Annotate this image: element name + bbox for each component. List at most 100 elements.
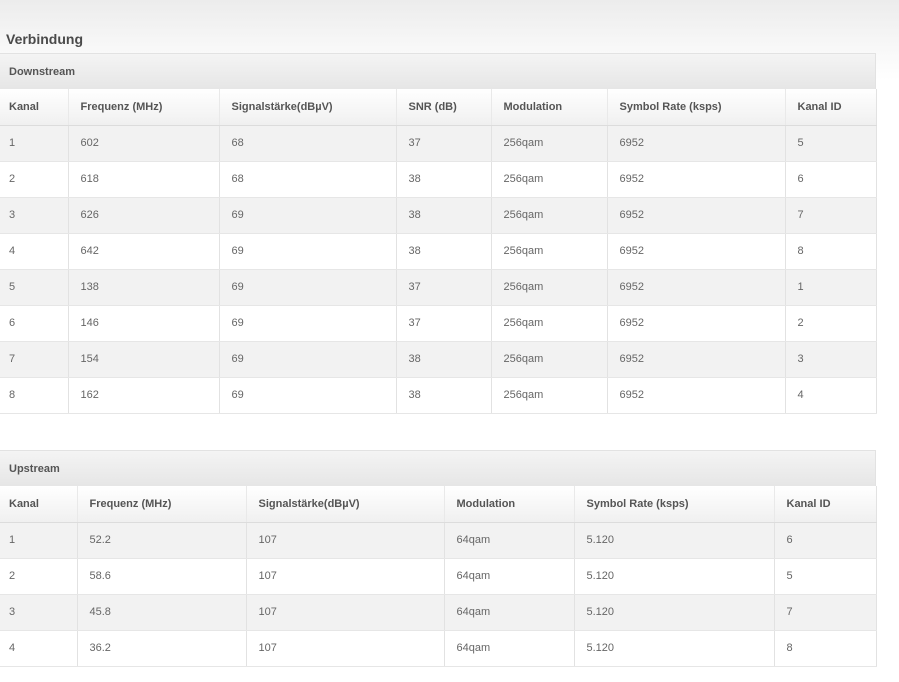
table-row: 1 52.2 107 64qam 5.120 6 xyxy=(0,522,877,559)
cell-kanal: 3 xyxy=(0,594,77,631)
cell-modulation: 256qam xyxy=(490,377,607,414)
downstream-table: Kanal Frequenz (MHz) Signalstärke(dBµV) … xyxy=(0,89,877,414)
column-header-symbol-rate: Symbol Rate (ksps) xyxy=(573,486,774,523)
cell-snr: 37 xyxy=(395,305,491,342)
table-row: 4 642 69 38 256qam 6952 8 xyxy=(0,233,877,270)
cell-signalstaerke: 107 xyxy=(245,594,444,631)
cell-symbol-rate: 6952 xyxy=(606,341,785,378)
cell-frequenz: 45.8 xyxy=(76,594,246,631)
cell-kanal-id: 6 xyxy=(773,522,877,559)
downstream-section: Downstream Kanal Frequenz (MHz) Signalst… xyxy=(0,53,877,414)
cell-signalstaerke: 107 xyxy=(245,522,444,559)
cell-kanal: 8 xyxy=(0,377,68,414)
cell-kanal: 5 xyxy=(0,269,68,306)
upstream-title: Upstream xyxy=(0,450,876,486)
cell-frequenz: 626 xyxy=(67,197,219,234)
cell-symbol-rate: 5.120 xyxy=(573,630,774,667)
downstream-title: Downstream xyxy=(0,53,876,89)
table-row: 5 138 69 37 256qam 6952 1 xyxy=(0,269,877,306)
column-header-kanal-id: Kanal ID xyxy=(773,486,877,523)
cell-kanal: 4 xyxy=(0,233,68,270)
cell-frequenz: 162 xyxy=(67,377,219,414)
cell-symbol-rate: 6952 xyxy=(606,197,785,234)
upstream-table: Kanal Frequenz (MHz) Signalstärke(dBµV) … xyxy=(0,486,877,667)
cell-modulation: 256qam xyxy=(490,269,607,306)
cell-frequenz: 154 xyxy=(67,341,219,378)
cell-frequenz: 138 xyxy=(67,269,219,306)
cell-modulation: 64qam xyxy=(443,594,574,631)
column-header-kanal: Kanal xyxy=(0,486,77,523)
cell-signalstaerke: 107 xyxy=(245,630,444,667)
cell-snr: 38 xyxy=(395,377,491,414)
column-header-frequenz: Frequenz (MHz) xyxy=(76,486,246,523)
page-title: Verbindung xyxy=(6,31,83,47)
column-header-symbol-rate: Symbol Rate (ksps) xyxy=(606,89,785,126)
column-header-snr: SNR (dB) xyxy=(395,89,491,126)
cell-symbol-rate: 6952 xyxy=(606,305,785,342)
cell-kanal-id: 7 xyxy=(784,197,877,234)
cell-signalstaerke: 68 xyxy=(218,161,396,198)
cell-modulation: 256qam xyxy=(490,197,607,234)
cell-kanal-id: 5 xyxy=(784,125,877,162)
cell-kanal: 1 xyxy=(0,522,77,559)
cell-symbol-rate: 5.120 xyxy=(573,594,774,631)
cell-kanal: 7 xyxy=(0,341,68,378)
upstream-section: Upstream Kanal Frequenz (MHz) Signalstär… xyxy=(0,450,877,667)
cell-snr: 38 xyxy=(395,197,491,234)
cell-kanal-id: 8 xyxy=(773,630,877,667)
column-header-signalstaerke: Signalstärke(dBµV) xyxy=(245,486,444,523)
cell-frequenz: 146 xyxy=(67,305,219,342)
cell-modulation: 64qam xyxy=(443,630,574,667)
cell-snr: 38 xyxy=(395,341,491,378)
cell-symbol-rate: 6952 xyxy=(606,125,785,162)
cell-frequenz: 58.6 xyxy=(76,558,246,595)
downstream-header-row: Kanal Frequenz (MHz) Signalstärke(dBµV) … xyxy=(0,89,877,126)
cell-modulation: 256qam xyxy=(490,161,607,198)
cell-symbol-rate: 6952 xyxy=(606,269,785,306)
cell-frequenz: 602 xyxy=(67,125,219,162)
cell-kanal: 6 xyxy=(0,305,68,342)
cell-snr: 37 xyxy=(395,269,491,306)
table-row: 2 58.6 107 64qam 5.120 5 xyxy=(0,558,877,595)
cell-modulation: 256qam xyxy=(490,233,607,270)
cell-kanal: 2 xyxy=(0,558,77,595)
table-row: 4 36.2 107 64qam 5.120 8 xyxy=(0,630,877,667)
cell-signalstaerke: 69 xyxy=(218,269,396,306)
cell-snr: 38 xyxy=(395,161,491,198)
cell-signalstaerke: 69 xyxy=(218,305,396,342)
cell-signalstaerke: 69 xyxy=(218,233,396,270)
cell-modulation: 64qam xyxy=(443,558,574,595)
table-row: 6 146 69 37 256qam 6952 2 xyxy=(0,305,877,342)
table-row: 3 626 69 38 256qam 6952 7 xyxy=(0,197,877,234)
cell-symbol-rate: 6952 xyxy=(606,233,785,270)
cell-kanal-id: 5 xyxy=(773,558,877,595)
cell-kanal: 2 xyxy=(0,161,68,198)
cell-frequenz: 36.2 xyxy=(76,630,246,667)
cell-snr: 37 xyxy=(395,125,491,162)
cell-modulation: 256qam xyxy=(490,305,607,342)
column-header-kanal-id: Kanal ID xyxy=(784,89,877,126)
table-row: 8 162 69 38 256qam 6952 4 xyxy=(0,377,877,414)
cell-kanal: 1 xyxy=(0,125,68,162)
cell-signalstaerke: 69 xyxy=(218,341,396,378)
cell-modulation: 64qam xyxy=(443,522,574,559)
cell-frequenz: 618 xyxy=(67,161,219,198)
column-header-modulation: Modulation xyxy=(443,486,574,523)
column-header-modulation: Modulation xyxy=(490,89,607,126)
upstream-header-row: Kanal Frequenz (MHz) Signalstärke(dBµV) … xyxy=(0,486,877,523)
cell-snr: 38 xyxy=(395,233,491,270)
cell-kanal-id: 7 xyxy=(773,594,877,631)
cell-symbol-rate: 6952 xyxy=(606,377,785,414)
table-row: 7 154 69 38 256qam 6952 3 xyxy=(0,341,877,378)
cell-symbol-rate: 5.120 xyxy=(573,522,774,559)
cell-kanal-id: 4 xyxy=(784,377,877,414)
cell-kanal-id: 2 xyxy=(784,305,877,342)
cell-symbol-rate: 5.120 xyxy=(573,558,774,595)
cell-frequenz: 52.2 xyxy=(76,522,246,559)
cell-symbol-rate: 6952 xyxy=(606,161,785,198)
cell-kanal-id: 3 xyxy=(784,341,877,378)
cell-signalstaerke: 107 xyxy=(245,558,444,595)
table-row: 2 618 68 38 256qam 6952 6 xyxy=(0,161,877,198)
cell-kanal-id: 8 xyxy=(784,233,877,270)
column-header-signalstaerke: Signalstärke(dBµV) xyxy=(218,89,396,126)
